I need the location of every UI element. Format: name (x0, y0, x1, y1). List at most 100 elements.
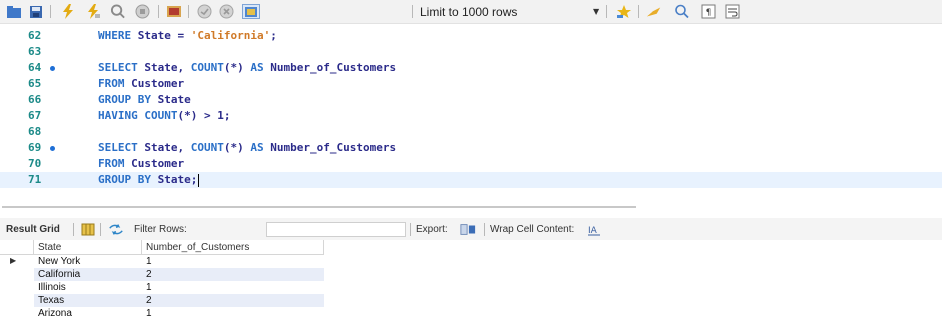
wrap-cell-toggle-icon[interactable]: IA (586, 222, 602, 237)
code-token: AS (250, 141, 271, 154)
line-number: 62 (28, 29, 42, 42)
editor-line[interactable]: 66 GROUP BY State (0, 92, 942, 108)
code-text: FROM Customer (98, 156, 184, 172)
line-number: 71 (28, 173, 42, 186)
code-token: (*) (223, 141, 251, 154)
table-row[interactable]: Arizona 1 (0, 307, 330, 320)
filter-rows-label: Filter Rows: (134, 224, 187, 235)
table-row[interactable]: Texas 2 (0, 294, 330, 307)
code-token: HAVING (98, 109, 145, 122)
code-token: FROM (98, 77, 132, 90)
editor-line[interactable]: 65 FROM Customer (0, 76, 942, 92)
code-text: SELECT State, COUNT(*) AS Number_of_Cust… (98, 140, 396, 156)
code-token: FROM (98, 157, 132, 170)
explain-magnifier-icon[interactable] (110, 4, 126, 19)
code-token: State (144, 61, 178, 74)
grid-layout-icon[interactable] (80, 222, 96, 237)
code-token: State (144, 141, 178, 154)
code-text: WHERE State = 'California'; (98, 28, 277, 44)
code-token: SELECT (98, 61, 145, 74)
cell-number-of-customers[interactable]: 2 (142, 268, 324, 281)
editor-line[interactable]: 63 (0, 44, 942, 60)
save-icon[interactable] (28, 4, 44, 19)
code-token: COUNT (190, 61, 224, 74)
code-token: GROUP BY (98, 173, 158, 186)
cell-state[interactable]: California (34, 268, 142, 281)
text-cursor (198, 173, 200, 187)
filter-rows-input[interactable] (266, 222, 406, 237)
statement-marker-icon (50, 66, 55, 71)
find-icon[interactable] (674, 4, 690, 19)
toolbar-separator (73, 223, 74, 236)
line-number: 66 (28, 93, 42, 106)
refresh-filter-icon[interactable] (108, 222, 124, 237)
code-text: GROUP BY State; (98, 172, 200, 188)
code-token: ; (223, 109, 231, 122)
auto-commit-toggle-icon[interactable] (242, 4, 260, 19)
cell-state[interactable]: Texas (34, 294, 142, 307)
svg-text:¶: ¶ (705, 8, 711, 18)
stop-icon[interactable] (134, 4, 150, 19)
toolbar-separator (188, 5, 189, 18)
statement-marker-icon (50, 146, 55, 151)
code-token: = (177, 29, 191, 42)
toggle-stop-on-error-icon[interactable] (166, 4, 182, 19)
wrap-cell-content-label: Wrap Cell Content: (490, 224, 575, 235)
line-number: 63 (28, 45, 42, 58)
column-header-number-of-customers[interactable]: Number_of_Customers (142, 240, 324, 255)
cell-state[interactable]: New York (34, 255, 142, 268)
table-row[interactable]: ▶ New York 1 (0, 255, 330, 268)
toolbar-separator (100, 223, 101, 236)
editor-line[interactable]: 70 FROM Customer (0, 156, 942, 172)
limit-rows-select[interactable]: Limit to 1000 rows (420, 5, 517, 19)
commit-icon[interactable] (196, 4, 212, 19)
line-number: 65 (28, 77, 42, 90)
editor-line[interactable]: 68 (0, 124, 942, 140)
invisible-chars-icon[interactable]: ¶ (700, 4, 716, 19)
cell-number-of-customers[interactable]: 1 (142, 281, 324, 294)
rollback-icon[interactable] (218, 4, 234, 19)
chevron-down-icon[interactable]: ▼ (593, 7, 599, 16)
code-token: GROUP BY (98, 93, 158, 106)
editor-line[interactable]: 69 SELECT State, COUNT(*) AS Number_of_Cu… (0, 140, 942, 156)
grid-header: State Number_of_Customers (0, 240, 330, 255)
code-token: 'California' (190, 29, 271, 42)
sql-editor-toolbar: Limit to 1000 rows ▼ ¶ (0, 0, 942, 24)
cell-number-of-customers[interactable]: 1 (142, 255, 324, 268)
code-token: Number_of_Customers (270, 141, 397, 154)
result-toolbar: Result Grid Filter Rows: Export: Wrap Ce… (0, 218, 942, 240)
line-number: 68 (28, 125, 42, 138)
code-token: COUNT (144, 109, 178, 122)
code-token: Customer (131, 157, 185, 170)
cell-number-of-customers[interactable]: 1 (142, 307, 324, 320)
cell-state[interactable]: Arizona (34, 307, 142, 320)
editor-line[interactable]: 71 GROUP BY State; (0, 172, 942, 188)
code-token: AS (250, 61, 271, 74)
result-grid-tab[interactable]: Result Grid (6, 224, 60, 235)
cell-state[interactable]: Illinois (34, 281, 142, 294)
export-icon[interactable] (460, 222, 476, 237)
column-header-state[interactable]: State (34, 240, 142, 255)
code-token: Customer (131, 77, 185, 90)
code-token: ; (270, 29, 277, 42)
editor-line[interactable]: 62 WHERE State = 'California'; (0, 28, 942, 44)
cell-number-of-customers[interactable]: 2 (142, 294, 324, 307)
table-row[interactable]: Illinois 1 (0, 281, 330, 294)
code-text: SELECT State, COUNT(*) AS Number_of_Cust… (98, 60, 396, 76)
toolbar-separator (638, 5, 639, 18)
open-folder-icon[interactable] (6, 4, 22, 19)
wrap-lines-icon[interactable] (724, 4, 740, 19)
code-token: State (157, 173, 191, 186)
sql-editor[interactable]: 62 WHERE State = 'California'; 63 64 SELECT … (0, 24, 942, 196)
execute-icon[interactable] (60, 4, 76, 19)
code-text: GROUP BY State (98, 92, 191, 108)
beautify-star-icon[interactable] (616, 4, 632, 19)
line-number: 64 (28, 61, 42, 74)
snippet-brush-icon[interactable] (646, 4, 662, 19)
table-row[interactable]: California 2 (0, 268, 330, 281)
editor-line[interactable]: 67 HAVING COUNT(*) > 1; (0, 108, 942, 124)
editor-horizontal-scrollbar[interactable] (2, 206, 636, 208)
line-number: 69 (28, 141, 42, 154)
editor-line[interactable]: 64 SELECT State, COUNT(*) AS Number_of_Cu… (0, 60, 942, 76)
execute-current-icon[interactable] (85, 4, 101, 19)
